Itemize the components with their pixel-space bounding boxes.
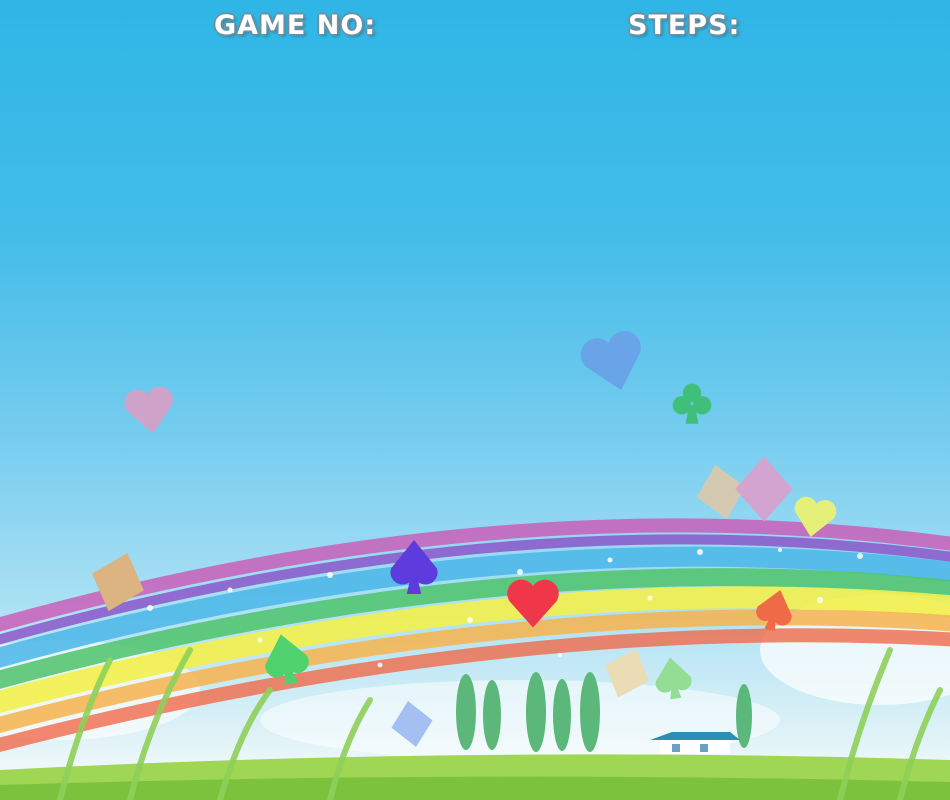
game-background: GAME NO: STEPS: (0, 0, 950, 800)
diamond-icon (391, 700, 433, 748)
heart-icon (124, 386, 173, 434)
game-number-display: GAME NO: (214, 6, 426, 46)
spade-icon (390, 540, 438, 594)
spade-icon (655, 657, 692, 700)
club-icon (672, 383, 712, 424)
steps-display: STEPS: (628, 6, 790, 46)
heart-icon (794, 496, 837, 537)
heart-icon (507, 579, 559, 628)
house (650, 732, 740, 754)
steps-label: STEPS: (628, 10, 741, 41)
game-number-label: GAME NO: (214, 10, 377, 41)
